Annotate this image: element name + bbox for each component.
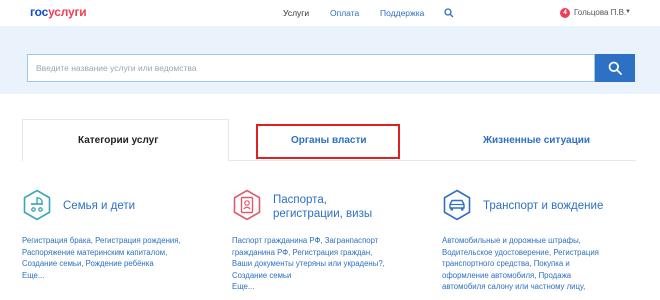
family-stroller-icon xyxy=(23,189,51,221)
tabs-baseline xyxy=(228,160,636,161)
gosuslugi-logo[interactable]: госуслуги xyxy=(30,5,87,19)
category-family-link-line[interactable]: Распоряжение материнским капиталом, xyxy=(22,247,181,259)
car-icon xyxy=(443,189,471,221)
category-passports-title[interactable]: Паспорта, регистрации, визы xyxy=(273,193,372,221)
tab-authorities-highlight xyxy=(256,124,400,159)
category-passports-title-line1: Паспорта, xyxy=(273,194,327,206)
category-passports-more-link[interactable]: Еще... xyxy=(232,281,385,293)
category-transport-link-line[interactable]: транспортного средства, Покупка и xyxy=(442,258,599,270)
user-name[interactable]: Гольцова П.В. xyxy=(574,8,626,17)
search-icon xyxy=(608,61,622,75)
search-input[interactable] xyxy=(28,55,594,81)
category-passports-title-line2: регистрации, визы xyxy=(273,208,373,220)
category-family-more-link[interactable]: Еще... xyxy=(22,270,181,282)
search-icon[interactable] xyxy=(444,8,454,18)
category-transport-link-line[interactable]: оформление автомобиля, Продажа xyxy=(442,270,599,282)
top-header: госуслуги Услуги Оплата Поддержка 4 Голь… xyxy=(0,0,660,26)
service-search-field[interactable] xyxy=(27,54,595,82)
category-transport-links: Автомобильные и дорожные штрафы, Водител… xyxy=(442,235,599,293)
category-transport-title[interactable]: Транспорт и вождение xyxy=(483,199,603,213)
category-transport-link-line[interactable]: Автомобильные и дорожные штрафы, xyxy=(442,235,599,247)
tab-categories-label[interactable]: Категории услуг xyxy=(78,135,158,146)
chevron-down-icon[interactable]: ▼ xyxy=(625,9,631,15)
category-family-links: Регистрация брака, Регистрация рождения,… xyxy=(22,235,181,281)
category-passports-links: Паспорт гражданина РФ, Загранпаспорт гра… xyxy=(232,235,385,293)
tab-life-situations-label[interactable]: Жизненные ситуации xyxy=(483,135,590,146)
category-transport-link-line[interactable]: Водительское удостоверение, Регистрация xyxy=(442,247,599,259)
category-passports-link-line[interactable]: Создание семьи xyxy=(232,270,385,282)
search-button[interactable] xyxy=(595,54,635,82)
notification-badge[interactable]: 4 xyxy=(560,8,570,18)
category-family-link-line[interactable]: Создание семьи, Рождение ребёнка xyxy=(22,258,181,270)
passport-icon xyxy=(233,189,261,221)
logo-part-uslugi: услуги xyxy=(48,5,87,19)
nav-support[interactable]: Поддержка xyxy=(380,8,424,18)
category-passports-link-line[interactable]: Паспорт гражданина РФ, Загранпаспорт xyxy=(232,235,385,247)
logo-part-gos: гос xyxy=(30,5,49,19)
category-family-title[interactable]: Семья и дети xyxy=(63,199,135,213)
nav-services[interactable]: Услуги xyxy=(283,8,309,18)
category-transport-link-line[interactable]: автомобиля салону или частному лицу, xyxy=(442,281,599,293)
category-passports-link-line[interactable]: гражданина РФ, Регистрация граждан, xyxy=(232,247,385,259)
category-passports-link-line[interactable]: Ваши документы утеряны или украдены?, xyxy=(232,258,385,270)
category-family-link-line[interactable]: Регистрация брака, Регистрация рождения, xyxy=(22,235,181,247)
nav-payment[interactable]: Оплата xyxy=(330,8,359,18)
